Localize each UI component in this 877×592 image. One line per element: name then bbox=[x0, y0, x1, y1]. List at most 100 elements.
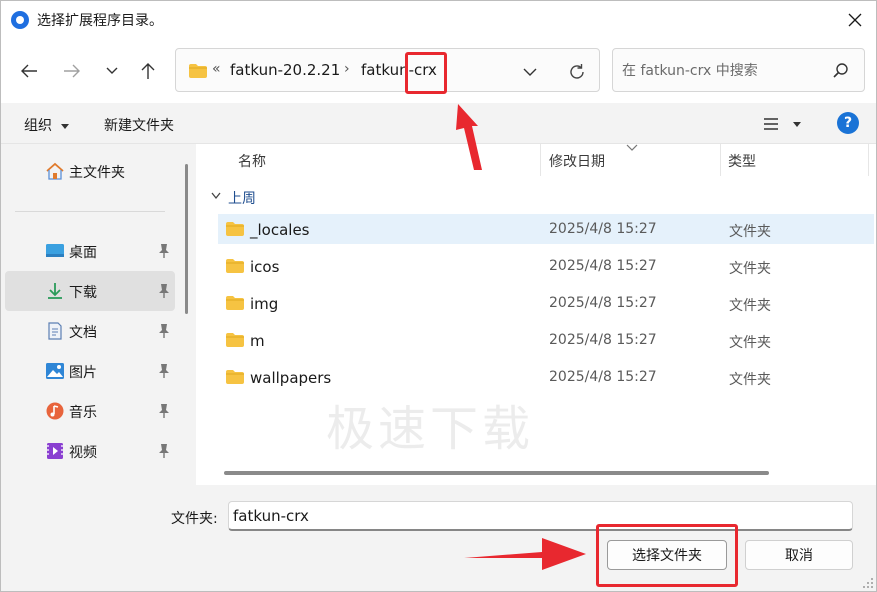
organize-label: 组织 bbox=[24, 118, 52, 134]
sidebar-scrollbar[interactable] bbox=[185, 164, 188, 314]
sidebar-item-music[interactable]: 音乐 bbox=[5, 391, 175, 431]
group-collapse-chevron-icon[interactable] bbox=[210, 191, 222, 201]
resize-grip-icon[interactable] bbox=[862, 577, 874, 589]
video-icon bbox=[47, 443, 63, 459]
breadcrumb-fatkun-crx[interactable]: fatkun-crx bbox=[361, 61, 437, 79]
sidebar-item-label: 音乐 bbox=[69, 405, 97, 421]
sidebar-item-label: 文档 bbox=[69, 325, 97, 341]
address-bar[interactable]: « fatkun-20.2.21 › fatkun-crx bbox=[175, 48, 600, 92]
pin-icon bbox=[159, 364, 169, 378]
item-type: 文件夹 bbox=[729, 335, 771, 351]
sidebar-item-videos[interactable]: 视频 bbox=[5, 431, 175, 471]
column-divider[interactable] bbox=[720, 144, 721, 176]
file-list: 名称 修改日期 类型 上周 _locales 2025/4/8 15:27 文件… bbox=[196, 144, 876, 485]
sidebar-item-pictures[interactable]: 图片 bbox=[5, 351, 175, 391]
chevron-down-icon bbox=[106, 67, 118, 74]
pin-icon bbox=[159, 444, 169, 458]
list-item-wallpapers[interactable]: wallpapers 2025/4/8 15:27 文件夹 bbox=[218, 362, 874, 392]
sidebar-item-label: 下载 bbox=[69, 285, 97, 301]
column-header-date-modified[interactable]: 修改日期 bbox=[549, 151, 605, 171]
sidebar-item-documents[interactable]: 文档 bbox=[5, 311, 175, 351]
breadcrumb-separator[interactable]: › bbox=[344, 61, 350, 77]
search-input[interactable] bbox=[622, 60, 822, 82]
select-folder-button[interactable]: 选择文件夹 bbox=[607, 540, 727, 570]
search-box bbox=[612, 48, 865, 92]
sidebar-item-desktop[interactable]: 桌面 bbox=[5, 231, 175, 271]
item-date: 2025/4/8 15:27 bbox=[549, 295, 657, 311]
dialog-footer: 文件夹: 选择文件夹 取消 bbox=[1, 485, 876, 591]
list-item-icos[interactable]: icos 2025/4/8 15:27 文件夹 bbox=[218, 251, 874, 281]
navigation-pane: 主文件夹 桌面 下载 文档 图片 音乐 视频 bbox=[1, 144, 191, 485]
forward-button[interactable] bbox=[58, 57, 86, 85]
folder-icon bbox=[189, 64, 207, 78]
address-history-chevron-icon[interactable] bbox=[520, 62, 540, 82]
file-dialog: 选择扩展程序目录。 « fatkun-20.2.21 › fatkun-crx bbox=[0, 0, 877, 592]
item-date: 2025/4/8 15:27 bbox=[549, 369, 657, 385]
folder-icon bbox=[226, 296, 244, 310]
sidebar-item-label: 主文件夹 bbox=[69, 165, 125, 181]
item-type: 文件夹 bbox=[729, 224, 771, 240]
sidebar-item-home[interactable]: 主文件夹 bbox=[5, 151, 175, 191]
column-header-name[interactable]: 名称 bbox=[238, 151, 266, 171]
command-bar: 组织 新建文件夹 ? bbox=[1, 103, 876, 144]
item-type: 文件夹 bbox=[729, 372, 771, 388]
item-date: 2025/4/8 15:27 bbox=[549, 221, 657, 237]
refresh-icon[interactable] bbox=[566, 61, 588, 83]
arrow-up-icon bbox=[141, 63, 155, 79]
document-icon bbox=[48, 322, 62, 340]
app-icon bbox=[11, 11, 29, 29]
list-item-m[interactable]: m 2025/4/8 15:27 文件夹 bbox=[218, 325, 874, 355]
sidebar-item-label: 视频 bbox=[69, 445, 97, 461]
new-folder-button[interactable]: 新建文件夹 bbox=[104, 115, 174, 135]
item-date: 2025/4/8 15:27 bbox=[549, 332, 657, 348]
column-divider[interactable] bbox=[868, 144, 869, 176]
back-button[interactable] bbox=[15, 57, 43, 85]
list-item-img[interactable]: img 2025/4/8 15:27 文件夹 bbox=[218, 288, 874, 318]
music-icon bbox=[46, 402, 64, 420]
sidebar-item-label: 图片 bbox=[69, 365, 97, 381]
item-name: wallpapers bbox=[250, 369, 332, 387]
help-button[interactable]: ? bbox=[837, 112, 859, 134]
folder-name-input[interactable] bbox=[228, 501, 853, 531]
pin-icon bbox=[159, 284, 169, 298]
item-type: 文件夹 bbox=[729, 298, 771, 314]
folder-icon bbox=[226, 333, 244, 347]
overflow-chevron[interactable]: « bbox=[212, 61, 221, 77]
search-icon[interactable] bbox=[831, 61, 851, 81]
folder-icon bbox=[226, 370, 244, 384]
download-icon bbox=[48, 283, 62, 299]
list-view-icon bbox=[764, 118, 778, 130]
item-name: icos bbox=[250, 258, 280, 276]
group-header-last-week[interactable]: 上周 bbox=[228, 188, 256, 208]
pin-icon bbox=[159, 244, 169, 258]
arrow-left-icon bbox=[21, 64, 37, 78]
caret-down-icon bbox=[793, 122, 801, 127]
up-button[interactable] bbox=[134, 57, 162, 85]
folder-field-label: 文件夹: bbox=[171, 511, 218, 527]
picture-icon bbox=[46, 363, 64, 379]
sort-chevron-icon bbox=[626, 144, 638, 151]
column-header-type[interactable]: 类型 bbox=[728, 151, 756, 171]
item-name: m bbox=[250, 332, 265, 350]
recent-locations-button[interactable] bbox=[98, 57, 126, 85]
view-options-button[interactable] bbox=[761, 113, 805, 135]
pin-icon bbox=[159, 404, 169, 418]
cancel-button[interactable]: 取消 bbox=[745, 540, 853, 570]
list-item-locales[interactable]: _locales 2025/4/8 15:27 文件夹 bbox=[218, 214, 874, 244]
home-icon bbox=[46, 162, 64, 180]
title-bar: 选择扩展程序目录。 bbox=[1, 1, 876, 39]
sidebar-item-downloads[interactable]: 下载 bbox=[5, 271, 175, 311]
breadcrumb-fatkun-20-2-21[interactable]: fatkun-20.2.21 bbox=[230, 61, 340, 79]
close-button[interactable] bbox=[832, 1, 876, 39]
column-divider[interactable] bbox=[540, 144, 541, 176]
annotation-arrow-up-icon bbox=[456, 104, 482, 170]
folder-icon bbox=[226, 222, 244, 236]
item-type: 文件夹 bbox=[729, 261, 771, 277]
arrow-right-icon bbox=[64, 64, 80, 78]
desktop-icon bbox=[46, 244, 64, 257]
window-title: 选择扩展程序目录。 bbox=[37, 13, 163, 29]
organize-button[interactable]: 组织 bbox=[24, 115, 70, 135]
item-name: img bbox=[250, 295, 279, 313]
horizontal-scrollbar[interactable] bbox=[224, 471, 769, 475]
annotation-arrow-right-icon bbox=[464, 538, 586, 570]
